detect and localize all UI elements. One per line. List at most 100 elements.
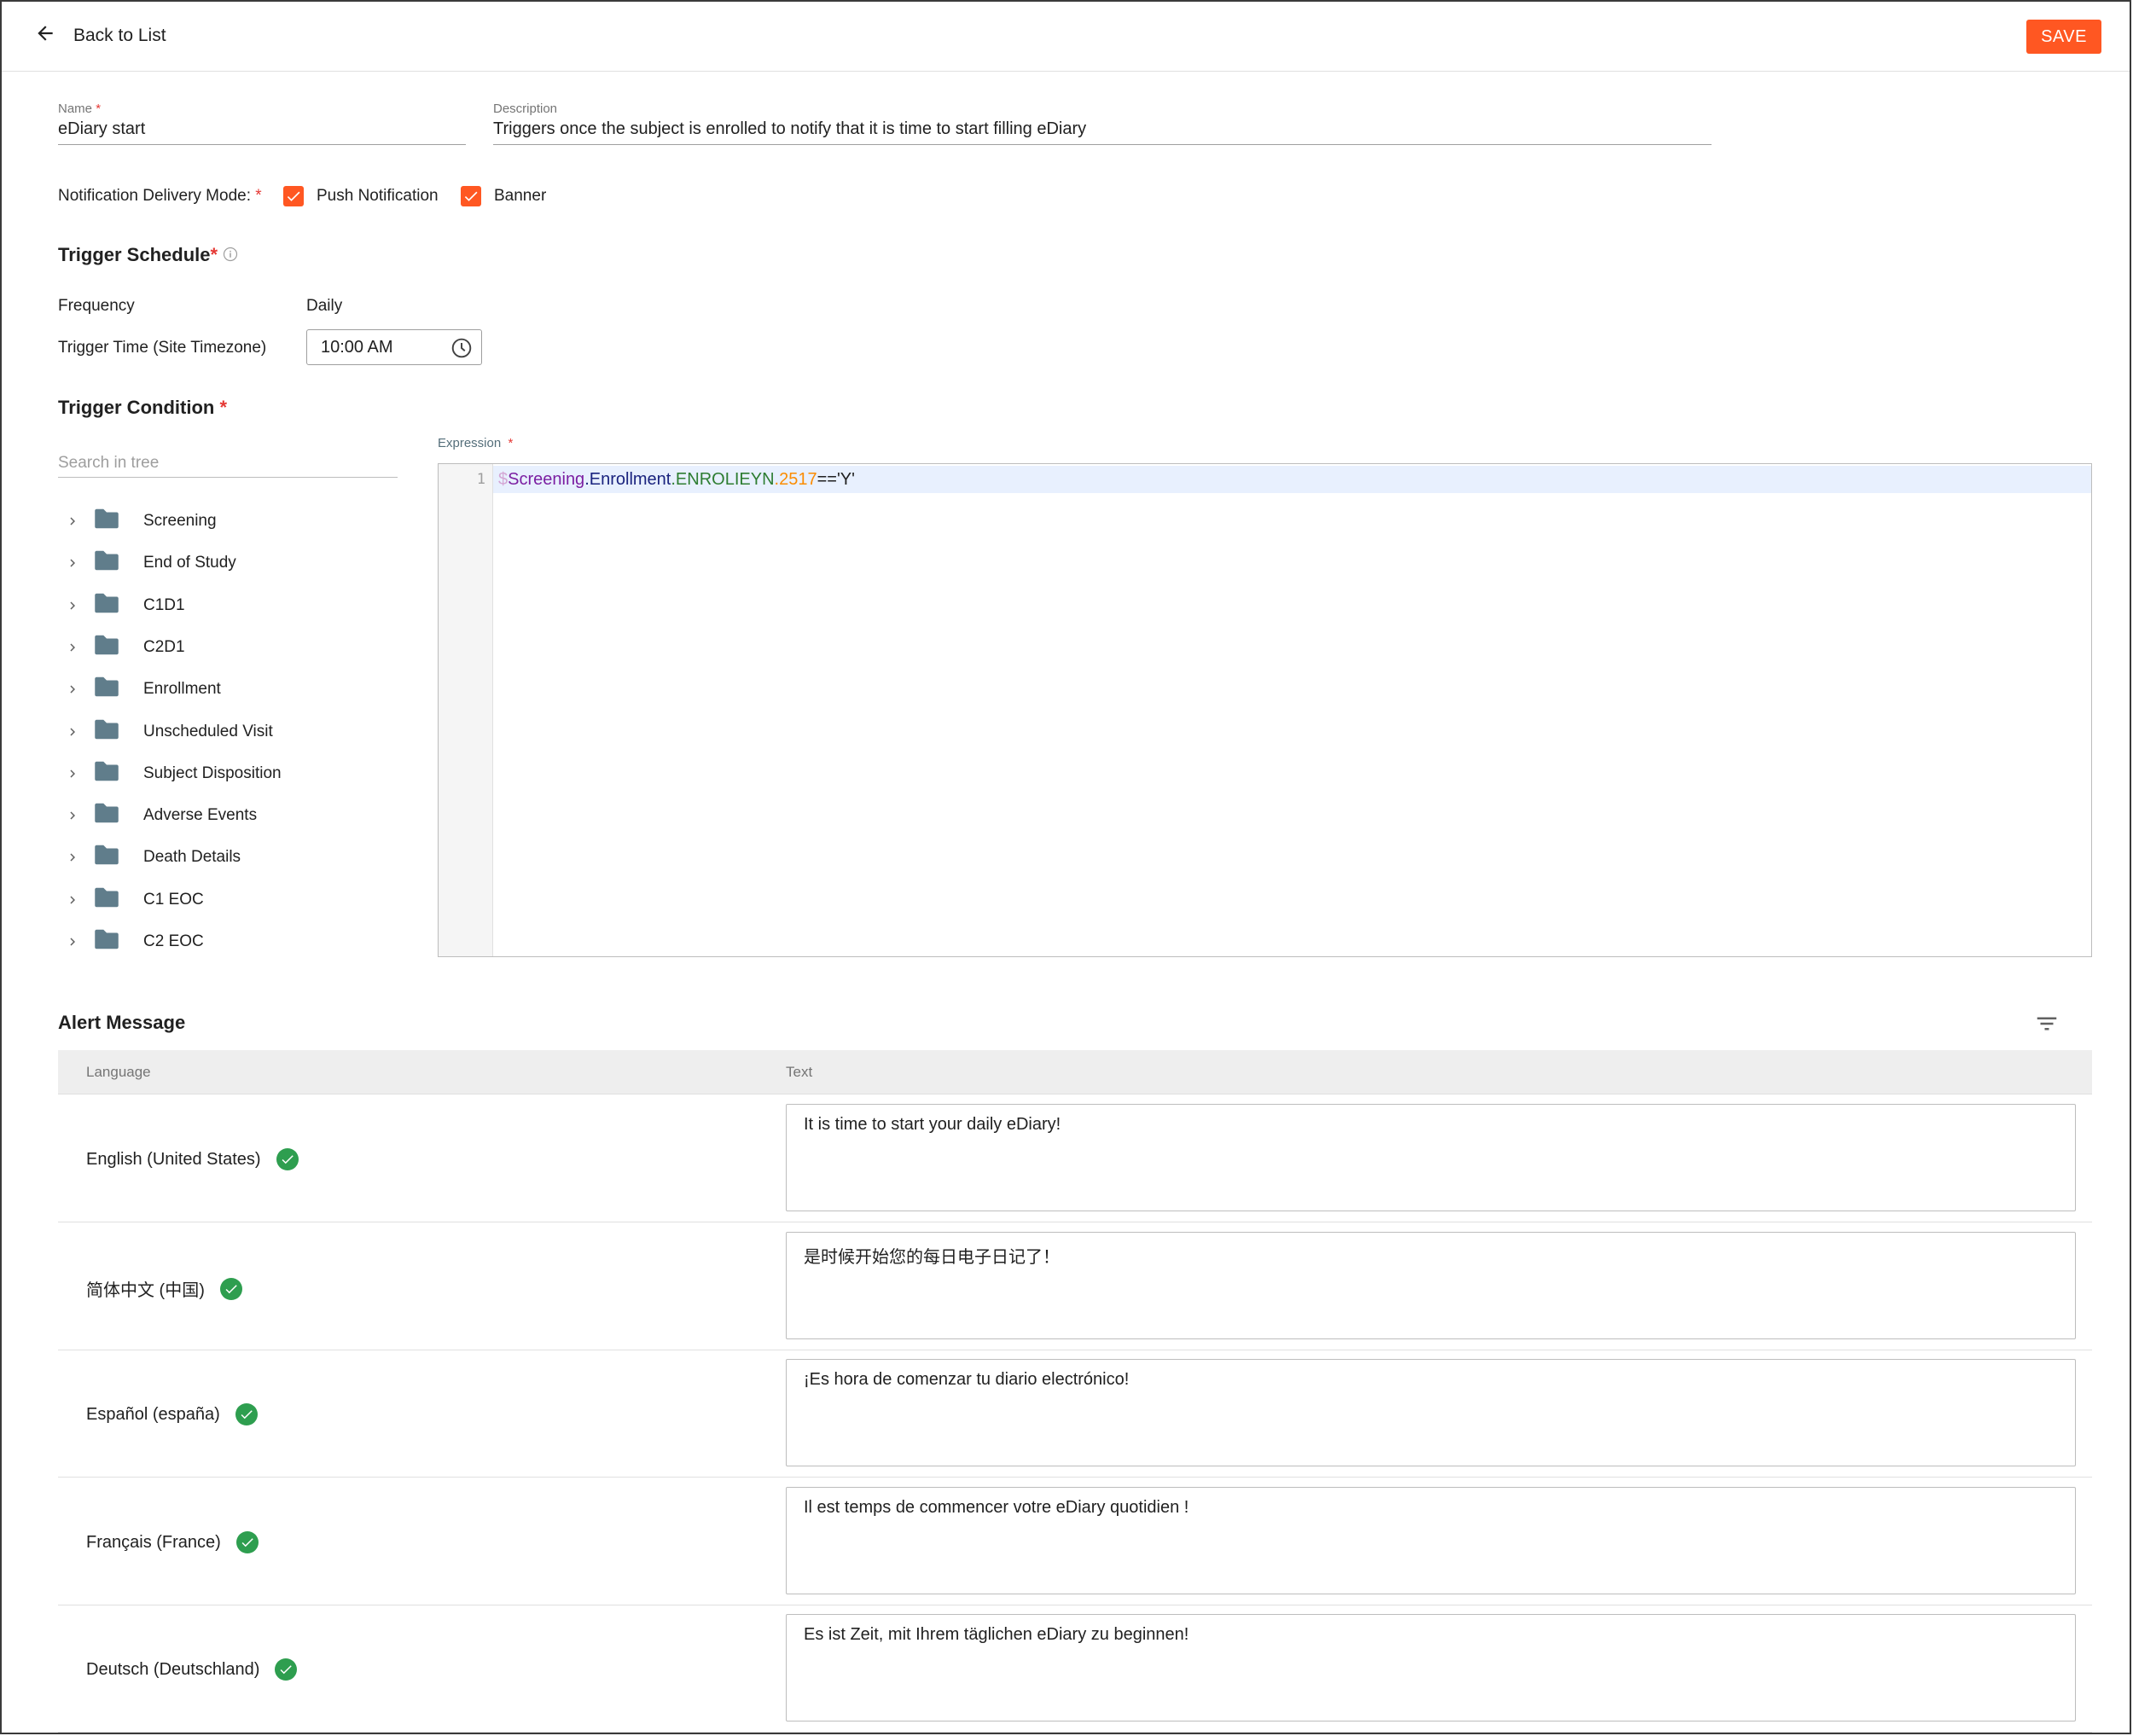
arrow-left-icon bbox=[34, 22, 56, 49]
tree-item-label: C2 EOC bbox=[143, 932, 204, 950]
alert-text-input[interactable]: It is time to start your daily eDiary! bbox=[786, 1104, 2076, 1211]
tree-item-label: End of Study bbox=[143, 554, 236, 572]
tree-search-input[interactable]: Search in tree bbox=[58, 454, 398, 478]
tree-item-label: Subject Disposition bbox=[143, 764, 282, 782]
chevron-right-icon[interactable] bbox=[58, 724, 87, 740]
tree-item-label: C1D1 bbox=[143, 596, 185, 614]
trigger-schedule-title: Trigger Schedule* bbox=[58, 244, 238, 267]
filter-icon[interactable] bbox=[2034, 1011, 2060, 1042]
expression-label: Expression * bbox=[438, 436, 514, 450]
tree-item[interactable]: Subject Disposition bbox=[58, 757, 365, 791]
alert-text-input[interactable]: Es ist Zeit, mit Ihrem täglichen eDiary … bbox=[786, 1614, 2076, 1721]
top-bar: Back to List SAVE bbox=[2, 2, 2130, 72]
tree-item[interactable]: C1 EOC bbox=[58, 883, 365, 917]
banner-checkbox[interactable] bbox=[461, 186, 481, 206]
table-row: Español (españa) ¡Es hora de comenzar tu … bbox=[58, 1350, 2092, 1478]
tree-item[interactable]: Death Details bbox=[58, 840, 365, 874]
tree-item[interactable]: Screening bbox=[58, 504, 365, 538]
tree-item-label: Death Details bbox=[143, 848, 241, 866]
push-notification-label: Push Notification bbox=[317, 187, 439, 205]
chevron-right-icon[interactable] bbox=[58, 808, 87, 823]
trigger-time-label: Trigger Time (Site Timezone) bbox=[58, 339, 267, 357]
language-cell: Français (France) bbox=[86, 1531, 259, 1553]
chevron-right-icon[interactable] bbox=[58, 555, 87, 571]
back-to-list-link[interactable]: Back to List bbox=[34, 22, 166, 49]
name-field-label: Name * bbox=[58, 102, 102, 116]
check-circle-icon bbox=[276, 1148, 299, 1170]
chevron-right-icon[interactable] bbox=[58, 682, 87, 697]
trigger-time-value: 10:00 AM bbox=[321, 338, 393, 357]
table-row: Deutsch (Deutschland) Es ist Zeit, mit Ih… bbox=[58, 1605, 2092, 1733]
language-cell: English (United States) bbox=[86, 1148, 299, 1170]
frequency-label: Frequency bbox=[58, 297, 135, 315]
folder-icon bbox=[87, 592, 143, 619]
check-circle-icon bbox=[235, 1403, 258, 1425]
save-button[interactable]: SAVE bbox=[2026, 20, 2101, 54]
checkmark-icon bbox=[464, 191, 478, 201]
folder-icon bbox=[87, 718, 143, 746]
name-input[interactable]: eDiary start bbox=[58, 119, 466, 145]
check-circle-icon bbox=[235, 1531, 259, 1553]
editor-gutter: 1 bbox=[439, 464, 493, 956]
checkmark-icon bbox=[287, 191, 300, 201]
alert-text-input[interactable]: ¡Es hora de comenzar tu diario electróni… bbox=[786, 1359, 2076, 1466]
folder-icon bbox=[87, 634, 143, 661]
alert-text-input[interactable]: Il est temps de commencer votre eDiary q… bbox=[786, 1487, 2076, 1594]
tree-item[interactable]: Adverse Events bbox=[58, 798, 365, 833]
app-window: Back to List SAVE Name * eDiary start De… bbox=[0, 0, 2131, 1734]
tree-item-label: Adverse Events bbox=[143, 806, 258, 824]
tree-item[interactable]: Enrollment bbox=[58, 672, 365, 706]
alert-text-input[interactable]: 是时候开始您的每日电子日记了！ bbox=[786, 1232, 2076, 1339]
language-label: Español (españa) bbox=[86, 1404, 220, 1424]
description-field-label: Description bbox=[493, 102, 558, 116]
table-row: 简体中文 (中国) 是时候开始您的每日电子日记了！ bbox=[58, 1222, 2092, 1350]
folder-icon bbox=[87, 886, 143, 914]
chevron-right-icon[interactable] bbox=[58, 934, 87, 949]
alert-table-header: Language Text bbox=[58, 1050, 2092, 1094]
tree-item-label: C2D1 bbox=[143, 638, 185, 656]
chevron-right-icon[interactable] bbox=[58, 598, 87, 613]
expression-editor[interactable]: 1 $Screening.Enrollment.ENROLIEYN.2517==… bbox=[438, 463, 2092, 957]
chevron-right-icon[interactable] bbox=[58, 640, 87, 655]
frequency-value: Daily bbox=[306, 297, 343, 315]
chevron-right-icon[interactable] bbox=[58, 850, 87, 865]
folder-icon bbox=[87, 549, 143, 577]
folder-icon bbox=[87, 802, 143, 829]
folder-icon bbox=[87, 928, 143, 955]
tree-item[interactable]: End of Study bbox=[58, 546, 365, 580]
tree-item-label: C1 EOC bbox=[143, 891, 204, 909]
tree-item[interactable]: C2 EOC bbox=[58, 925, 365, 959]
folder-icon bbox=[87, 760, 143, 787]
tree-item[interactable]: C1D1 bbox=[58, 589, 365, 623]
column-header-text: Text bbox=[786, 1064, 813, 1080]
language-cell: 简体中文 (中国) bbox=[86, 1276, 242, 1301]
language-cell: Español (españa) bbox=[86, 1403, 258, 1425]
language-label: 简体中文 (中国) bbox=[86, 1281, 205, 1300]
chevron-right-icon[interactable] bbox=[58, 766, 87, 781]
chevron-right-icon[interactable] bbox=[58, 892, 87, 908]
chevron-right-icon[interactable] bbox=[58, 514, 87, 529]
table-row: Français (France) Il est temps de commenc… bbox=[58, 1478, 2092, 1605]
language-cell: Deutsch (Deutschland) bbox=[86, 1658, 298, 1681]
table-row: English (United States) It is time to sta… bbox=[58, 1094, 2092, 1222]
banner-label: Banner bbox=[494, 187, 547, 205]
language-label: English (United States) bbox=[86, 1149, 261, 1169]
back-to-list-label: Back to List bbox=[73, 26, 166, 45]
tree-item-label: Enrollment bbox=[143, 680, 221, 698]
trigger-time-input[interactable]: 10:00 AM bbox=[306, 329, 482, 365]
check-circle-icon bbox=[275, 1658, 298, 1681]
push-notification-checkbox[interactable] bbox=[283, 186, 304, 206]
delivery-mode-label: Notification Delivery Mode: * bbox=[58, 187, 262, 205]
tree-item-label: Unscheduled Visit bbox=[143, 723, 273, 740]
tree-item[interactable]: C2D1 bbox=[58, 630, 365, 665]
description-input[interactable]: Triggers once the subject is enrolled to… bbox=[493, 119, 1712, 145]
clock-icon[interactable] bbox=[450, 337, 473, 364]
language-label: Français (France) bbox=[86, 1532, 221, 1552]
language-label: Deutsch (Deutschland) bbox=[86, 1659, 260, 1679]
info-icon[interactable] bbox=[223, 245, 238, 267]
tree-item-label: Screening bbox=[143, 512, 217, 530]
line-number: 1 bbox=[476, 471, 485, 488]
tree-item[interactable]: Unscheduled Visit bbox=[58, 715, 365, 749]
trigger-condition-title: Trigger Condition * bbox=[58, 397, 228, 418]
check-circle-icon bbox=[219, 1277, 242, 1300]
